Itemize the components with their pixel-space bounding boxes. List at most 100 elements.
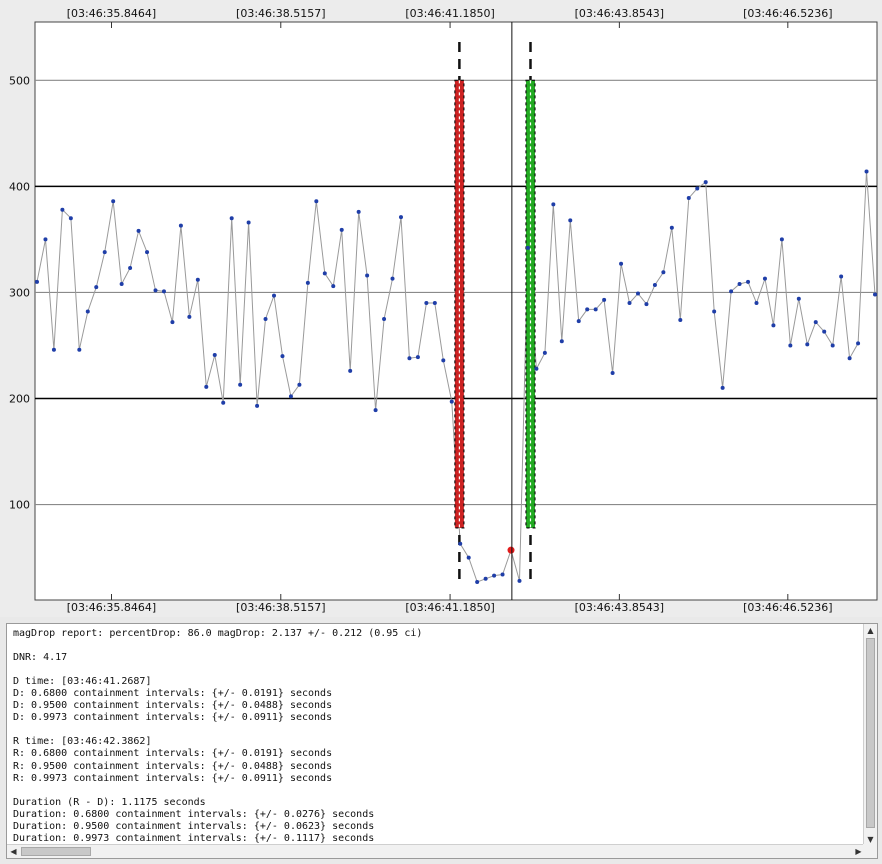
data-point [432,301,437,306]
report-line [13,724,859,736]
highlighted-data-point[interactable] [507,546,515,554]
data-point [204,384,209,389]
data-point [466,555,471,560]
report-line: R time: [03:46:42.3862] [13,736,152,748]
data-point [500,572,505,577]
x-tick-label-bottom: [03:46:38.5157] [236,601,325,614]
data-point [221,400,226,405]
data-point [762,276,767,281]
x-tick-label-top: [03:46:46.5236] [743,7,832,20]
x-tick-label-top: [03:46:43.8543] [575,7,664,20]
data-point [703,180,708,185]
data-point [263,316,268,321]
report-line: R: 0.9500 containment intervals: {+/- 0.… [13,760,333,772]
data-point [407,356,412,361]
report-line [13,664,859,676]
report-text-area[interactable]: magDrop report: percentDrop: 86.0 magDro… [7,624,865,846]
data-point [68,216,73,221]
y-tick-label: 200 [9,392,30,405]
vertical-scrollbar[interactable]: ▲ ▼ [863,624,877,846]
data-point [365,273,370,278]
report-line: magDrop report: percentDrop: 86.0 magDro… [13,628,423,639]
data-point [170,320,175,325]
data-point [441,358,446,363]
horizontal-scroll-thumb[interactable] [21,847,91,856]
light-curve-chart[interactable]: 100 200 300 400 500 [03:46:35.8464] [03:46:38… [0,0,882,617]
data-point [729,289,734,294]
data-point [720,385,725,390]
y-tick-label: 100 [9,499,30,512]
data-point [145,250,150,255]
data-point [805,342,810,347]
data-point [856,341,861,346]
y-tick-label: 500 [9,74,30,87]
horizontal-scrollbar[interactable]: ◀ ▶ [7,844,865,858]
data-point [593,307,598,312]
vertical-scroll-thumb[interactable] [866,638,875,828]
data-point [348,368,353,373]
data-point [754,301,759,306]
y-tick-label: 300 [9,286,30,299]
d-marker[interactable] [454,42,465,580]
data-point [331,284,336,289]
y-tick-label: 400 [9,180,30,193]
data-point [238,382,243,387]
data-point [229,216,234,221]
data-point [678,318,683,323]
data-point [187,314,192,319]
report-line: D: 0.6800 containment intervals: {+/- 0.… [13,688,333,700]
x-tick-label-bottom: [03:46:35.8464] [67,601,156,614]
data-point [51,347,56,352]
report-panel[interactable]: magDrop report: percentDrop: 86.0 magDro… [6,623,878,859]
data-point [111,199,116,204]
data-point [339,227,344,232]
data-point [424,301,429,306]
scroll-up-icon[interactable]: ▲ [864,624,877,637]
r-marker[interactable] [525,42,536,580]
data-point [85,309,90,314]
x-tick-label-top: [03:46:38.5157] [236,7,325,20]
data-point [94,285,99,290]
data-point [415,355,420,360]
data-point [585,307,590,312]
data-point [627,301,632,306]
data-point [661,270,666,275]
data-point [602,297,607,302]
data-point [830,343,835,348]
data-point [635,291,640,296]
data-point [60,207,65,212]
data-point [178,223,183,228]
scroll-left-icon[interactable]: ◀ [7,845,20,858]
report-line: D: 0.9973 containment intervals: {+/- 0.… [13,712,333,724]
data-point [771,323,776,328]
data-point [542,350,547,355]
data-point [669,225,674,230]
light-curve-panel[interactable]: 100 200 300 400 500 [03:46:35.8464] [03:46:38… [0,0,882,617]
data-point [35,279,39,284]
data-point [102,250,107,255]
data-point [695,186,700,191]
x-tick-label-top: [03:46:41.1850] [405,7,494,20]
data-point [619,261,624,266]
data-point [813,320,818,325]
data-point [153,288,158,293]
data-point [475,579,480,584]
data-point [272,293,277,298]
x-tick-label-bottom: [03:46:41.1850] [405,601,494,614]
data-point [297,382,302,387]
data-point [796,296,801,301]
data-point [551,202,556,207]
data-point [686,196,691,201]
data-point [77,347,82,352]
data-point [458,541,463,546]
report-line [13,640,859,652]
data-point [525,245,530,250]
data-point [517,578,522,583]
data-point [746,279,751,284]
x-tick-label-bottom: [03:46:46.5236] [743,601,832,614]
data-point [737,281,742,286]
data-point [212,353,217,358]
data-point [373,408,378,413]
report-line: D time: [03:46:41.2687] [13,676,152,688]
data-point [483,576,488,581]
